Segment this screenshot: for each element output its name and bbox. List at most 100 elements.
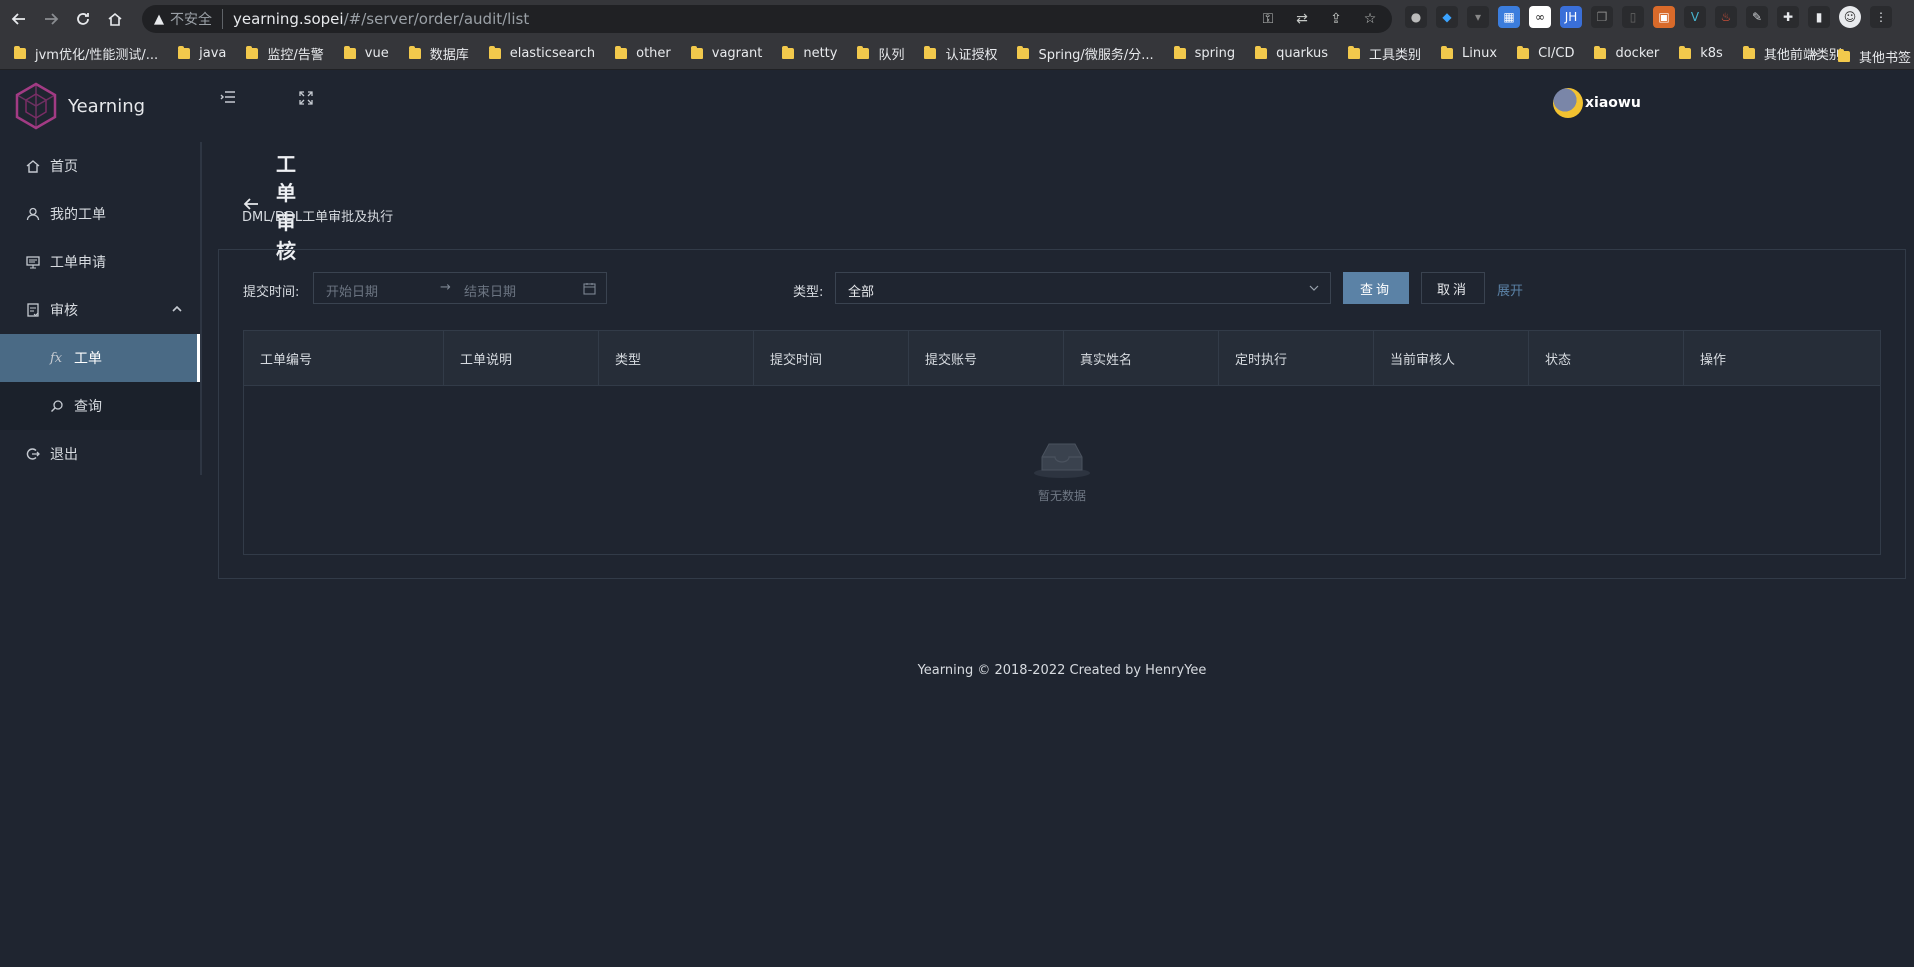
extensions-puzzle-icon[interactable]: ✚ [1777, 6, 1799, 28]
extension-off-icon[interactable]: ▣ [1653, 6, 1675, 28]
column-header[interactable]: 提交时间 [754, 331, 909, 386]
bookmark-folder[interactable]: netty [782, 46, 837, 61]
folder-icon [924, 46, 937, 59]
bookmark-folder[interactable]: spring [1173, 46, 1235, 61]
home-icon[interactable] [102, 6, 128, 32]
extension-copy-icon[interactable]: ❐ [1591, 6, 1613, 28]
sidebar-item-audit-query[interactable]: 查询 [0, 382, 200, 430]
bookmark-folder[interactable]: java [178, 46, 226, 61]
cancel-button[interactable]: 取消 [1421, 272, 1485, 304]
query-button[interactable]: 查询 [1343, 272, 1409, 304]
bookmark-folder[interactable]: elasticsearch [488, 46, 595, 61]
empty-state: 暂无数据 [244, 387, 1880, 555]
bookmark-folder[interactable]: CI/CD [1517, 46, 1574, 61]
extension-calendar-icon[interactable]: ▦ [1498, 6, 1520, 28]
column-header[interactable]: 提交账号 [909, 331, 1064, 386]
share-icon[interactable]: ⇪ [1326, 9, 1346, 29]
chevron-up-icon[interactable] [172, 304, 182, 317]
bookmark-folder[interactable]: quarkus [1255, 46, 1328, 61]
bookmark-folder[interactable]: 认证授权 [924, 44, 997, 63]
sidebar-item-audit-orders[interactable]: fx 工单 [0, 334, 200, 382]
menu-fold-icon[interactable] [220, 90, 236, 110]
user-menu[interactable]: xiaowu [1553, 88, 1641, 118]
other-bookmarks[interactable]: 其他书签 [1838, 47, 1911, 66]
fullscreen-icon[interactable] [298, 90, 314, 110]
extension-ghost-icon[interactable]: ● [1405, 6, 1427, 28]
bookmark-folder[interactable]: jvm优化/性能测试/... [14, 44, 158, 63]
column-header[interactable]: 类型 [599, 331, 754, 386]
translate-icon[interactable]: ⇄ [1292, 9, 1312, 29]
browser-menu-icon[interactable]: ⋮ [1870, 6, 1892, 28]
folder-icon [488, 46, 501, 59]
back-arrow-icon[interactable] [6, 6, 32, 32]
footer: Yearning © 2018-2022 Created by HenryYee [917, 663, 1207, 678]
column-header[interactable]: 操作 [1684, 331, 1836, 386]
avatar [1553, 88, 1583, 118]
bookmarks-overflow-button[interactable]: » [1810, 46, 1819, 62]
sidebar-item-label: 首页 [50, 159, 78, 175]
bookmark-folder[interactable]: vue [343, 46, 389, 61]
extension-book-icon[interactable]: ✎ [1746, 6, 1768, 28]
bookmark-folder[interactable]: 监控/告警 [246, 44, 324, 63]
forward-arrow-icon[interactable] [38, 6, 64, 32]
bookmark-folder[interactable]: other [615, 46, 671, 61]
extension-jh-icon[interactable]: JH [1560, 6, 1582, 28]
app-logo[interactable]: Yearning [14, 82, 145, 130]
bookmark-folder[interactable]: 工具类别 [1348, 44, 1421, 63]
sidebar-item-my-orders[interactable]: 我的工单 [0, 190, 200, 238]
bookmark-folder[interactable]: 队列 [857, 44, 904, 63]
folder-icon [857, 46, 870, 59]
date-range-picker[interactable]: 开始日期 → 结束日期 [313, 272, 607, 304]
profile-avatar-icon[interactable]: ☺ [1839, 6, 1861, 28]
side-menu: 首页 我的工单 工单申请 审核 fx 工单 查询 退出 [0, 142, 202, 475]
expand-link[interactable]: 展开 [1497, 280, 1523, 299]
column-header[interactable]: 工单说明 [444, 331, 599, 386]
sidebar-item-home[interactable]: 首页 [0, 142, 200, 190]
extension-bookmark-icon[interactable]: ▯ [1622, 6, 1644, 28]
end-date-input[interactable]: 结束日期 [464, 281, 516, 300]
side-panel-icon[interactable]: ▮ [1808, 6, 1830, 28]
sidebar-item-audit[interactable]: 审核 [0, 286, 200, 334]
bookmark-folder[interactable]: Spring/微服务/分... [1017, 44, 1154, 63]
bookmark-folder[interactable]: 其他前端类别 [1742, 44, 1842, 63]
column-header[interactable]: 真实姓名 [1064, 331, 1219, 386]
column-header[interactable]: 定时执行 [1219, 331, 1374, 386]
extension-flame-icon[interactable]: ♨ [1715, 6, 1737, 28]
bookmarks-bar: jvm优化/性能测试/... java 监控/告警 vue 数据库 elasti… [0, 38, 1914, 70]
column-header[interactable]: 当前审核人 [1374, 331, 1529, 386]
bookmark-folder[interactable]: Linux [1441, 46, 1497, 61]
extension-gem-icon[interactable]: ◆ [1436, 6, 1458, 28]
extension-vue-icon[interactable]: V [1684, 6, 1706, 28]
address-bar[interactable]: ▲ 不安全 yearning.sopei/#/server/order/audi… [142, 5, 1392, 33]
type-select[interactable]: 全部 [835, 272, 1331, 304]
folder-icon [14, 46, 26, 59]
reload-icon[interactable] [70, 6, 96, 32]
folder-icon [615, 46, 628, 59]
start-date-input[interactable]: 开始日期 [326, 281, 378, 300]
folder-icon [782, 46, 795, 59]
app-name: Yearning [68, 95, 146, 117]
bookmark-folder[interactable]: vagrant [690, 46, 762, 61]
folder-icon [1679, 46, 1692, 59]
bookmark-folder[interactable]: docker [1594, 46, 1659, 61]
bookmark-folder[interactable]: 数据库 [408, 44, 469, 63]
column-header[interactable]: 状态 [1529, 331, 1684, 386]
sidebar-item-logout[interactable]: 退出 [0, 430, 200, 478]
star-icon[interactable]: ☆ [1360, 9, 1380, 29]
search-icon [50, 399, 66, 413]
sidebar-item-order-apply[interactable]: 工单申请 [0, 238, 200, 286]
folder-icon [1594, 46, 1607, 59]
extension-dropdown-icon[interactable]: ▾ [1467, 6, 1489, 28]
column-header[interactable]: 工单编号 [244, 331, 444, 386]
extension-glasses-icon[interactable]: ∞ [1529, 6, 1551, 28]
folder-icon [1017, 46, 1030, 59]
table-header: 工单编号 工单说明 类型 提交时间 提交账号 真实姓名 定时执行 当前审核人 状… [244, 331, 1880, 386]
folder-icon [1173, 46, 1186, 59]
folder-icon [1517, 46, 1530, 59]
bookmark-folder[interactable]: k8s [1679, 46, 1723, 61]
key-icon[interactable]: ⚿ [1258, 9, 1278, 29]
empty-state-text: 暂无数据 [1037, 488, 1086, 503]
submit-time-label: 提交时间: [243, 285, 300, 300]
sidebar-item-label: 工单申请 [50, 255, 106, 271]
monitor-icon [26, 255, 42, 269]
